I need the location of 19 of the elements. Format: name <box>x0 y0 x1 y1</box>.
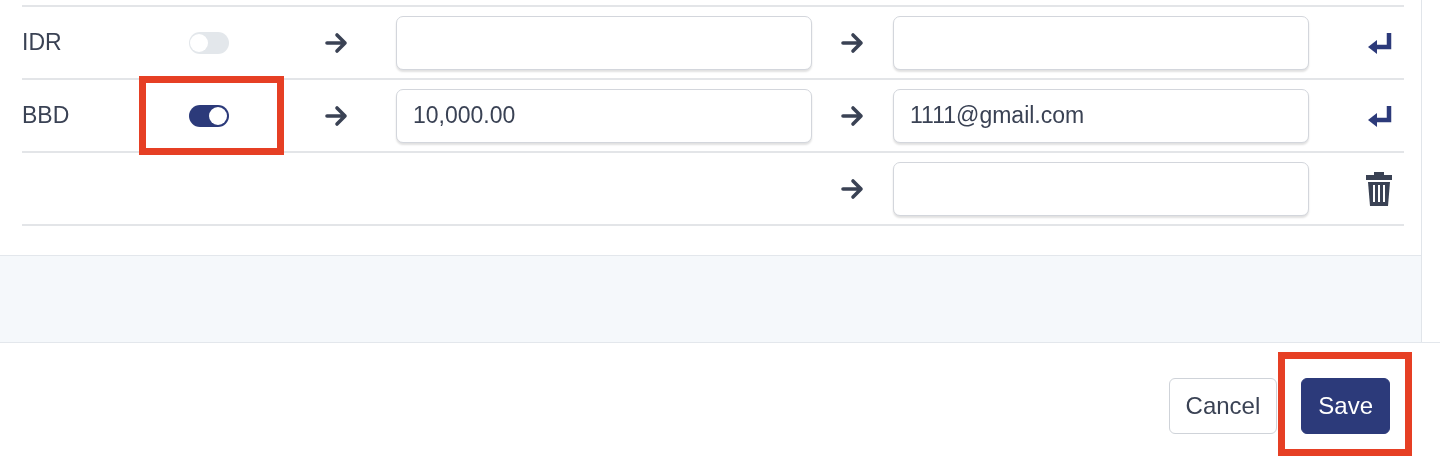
email-field[interactable] <box>893 161 1309 216</box>
enter-icon[interactable] <box>1367 30 1393 55</box>
cancel-button[interactable]: Cancel <box>1168 378 1278 434</box>
email-field[interactable] <box>893 15 1309 70</box>
save-button[interactable]: Save <box>1301 378 1390 434</box>
trash-icon[interactable] <box>1365 170 1393 207</box>
email-field[interactable]: 1111@gmail.com <box>893 88 1309 143</box>
currency-code: BBD <box>22 102 71 129</box>
currency-code: IDR <box>22 29 63 56</box>
arrow-right-icon <box>840 177 865 200</box>
arrow-right-icon <box>840 31 865 54</box>
amount-field[interactable]: 10,000.00 <box>396 88 812 143</box>
arrow-right-icon <box>840 104 865 127</box>
enter-icon[interactable] <box>1367 103 1393 128</box>
amount-field[interactable] <box>396 15 812 70</box>
toggle-switch[interactable] <box>189 31 229 54</box>
arrow-right-icon <box>325 104 349 127</box>
arrow-right-icon <box>325 31 349 54</box>
toggle-switch[interactable] <box>189 104 229 127</box>
